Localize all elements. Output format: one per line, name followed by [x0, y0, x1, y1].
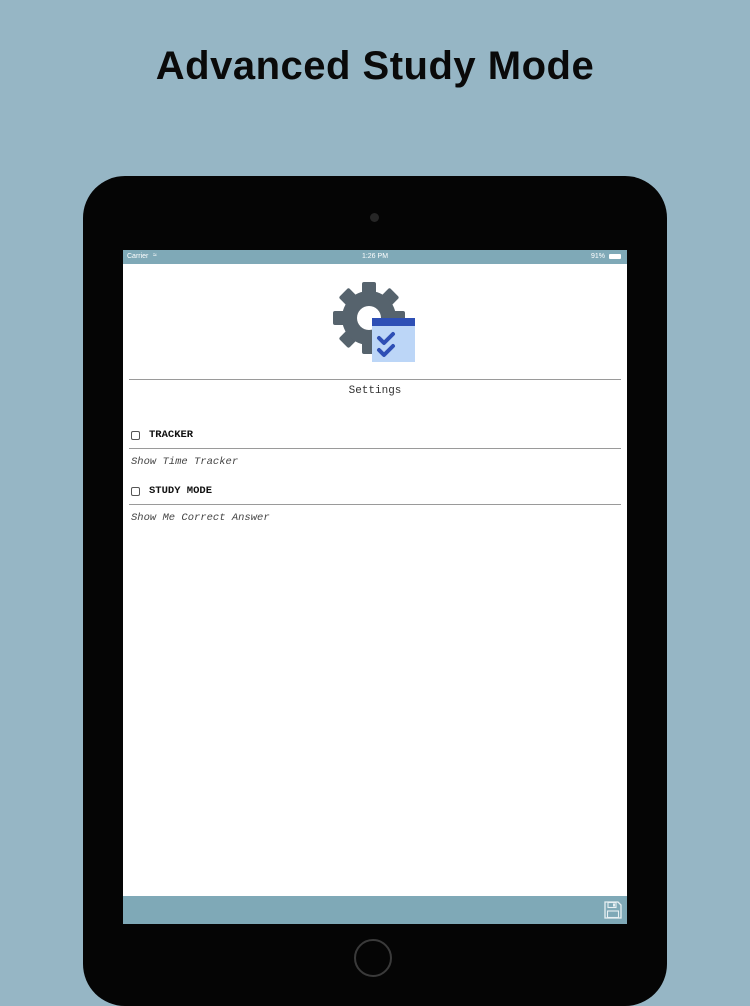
tracker-label: TRACKER — [149, 429, 194, 441]
status-bar: Carrier ≈ 1:26 PM 91% — [123, 250, 627, 264]
promo-headline: Advanced Study Mode — [155, 44, 595, 88]
tracker-description: Show Time Tracker — [131, 456, 239, 468]
settings-title: Settings — [348, 385, 402, 397]
battery-percent: 91% — [590, 253, 605, 260]
header-divider — [129, 379, 621, 380]
tracker-option[interactable]: TRACKER — [131, 428, 193, 442]
bottom-toolbar — [123, 896, 627, 924]
tracker-divider — [129, 448, 621, 449]
battery-icon — [609, 254, 621, 259]
study-mode-divider — [129, 504, 621, 505]
tablet-frame: Carrier ≈ 1:26 PM 91% Settings TRACKER S… — [83, 176, 667, 1006]
front-camera — [370, 213, 379, 222]
study-mode-description: Show Me Correct Answer — [131, 512, 270, 524]
status-time: 1:26 PM — [361, 253, 389, 260]
save-floppy-icon[interactable] — [603, 900, 623, 920]
study-mode-option[interactable]: STUDY MODE — [131, 484, 212, 498]
study-mode-label: STUDY MODE — [149, 485, 213, 497]
settings-gear-checklist-icon — [333, 282, 415, 362]
study-mode-checkbox[interactable] — [131, 486, 140, 496]
tracker-checkbox[interactable] — [131, 430, 140, 440]
home-button[interactable] — [354, 939, 392, 977]
app-screen: Carrier ≈ 1:26 PM 91% Settings TRACKER S… — [123, 250, 627, 924]
